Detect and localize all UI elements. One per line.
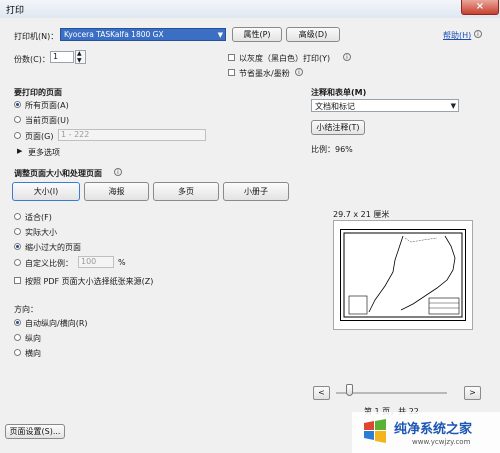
expand-triangle-icon[interactable]: ▶ — [17, 147, 22, 155]
custom-scale-input[interactable]: 100 — [78, 256, 114, 268]
page-slider-thumb[interactable] — [346, 384, 353, 396]
current-page-label: 当前页面(U) — [25, 116, 70, 125]
watermark: 纯净系统之家 www.ycwjzy.com — [352, 412, 500, 453]
portrait-label: 纵向 — [25, 334, 41, 343]
page-range-radio[interactable] — [14, 132, 21, 139]
stepper-up-icon[interactable]: ▲ — [77, 50, 82, 57]
sizing-section-title: 调整页面大小和处理页面 — [14, 169, 102, 178]
preview-drawing — [343, 232, 463, 318]
shrink-radio[interactable] — [14, 243, 21, 250]
pages-section-title: 要打印的页面 — [14, 88, 62, 97]
watermark-brand: 纯净系统之家 — [394, 422, 473, 437]
save-ink-label: 节省墨水/墨粉 — [239, 69, 290, 78]
landscape-label: 横向 — [25, 349, 41, 358]
next-page-button[interactable]: > — [464, 386, 481, 400]
summarize-comments-button[interactable]: 小结注释(T) — [311, 120, 365, 135]
current-page-radio[interactable] — [14, 116, 21, 123]
paper-source-label: 按照 PDF 页面大小选择纸张来源(Z) — [25, 277, 154, 286]
page-range-label: 页面(G) — [25, 132, 54, 141]
booklet-button[interactable]: 小册子 — [223, 182, 289, 201]
page-setup-button[interactable]: 页面设置(S)... — [5, 424, 65, 439]
shrink-label: 缩小过大的页面 — [25, 243, 81, 252]
comments-select[interactable]: 文档和标记 ▼ — [311, 99, 459, 112]
help-info-icon[interactable]: i — [474, 30, 482, 38]
grayscale-info-icon[interactable]: i — [343, 53, 351, 61]
title-bar — [0, 0, 500, 19]
window-title: 打印 — [6, 6, 25, 16]
page-range-input[interactable]: 1 - 222 — [58, 129, 206, 141]
custom-scale-unit: % — [118, 258, 126, 267]
all-pages-label: 所有页面(A) — [25, 101, 69, 110]
actual-size-radio[interactable] — [14, 228, 21, 235]
fit-radio[interactable] — [14, 213, 21, 220]
comments-section-title: 注释和表单(M) — [311, 88, 367, 97]
printer-label: 打印机(N)： — [14, 32, 59, 41]
landscape-radio[interactable] — [14, 349, 21, 356]
custom-scale-label: 自定义比例： — [25, 259, 73, 268]
custom-scale-radio[interactable] — [14, 259, 21, 266]
fit-label: 适合(F) — [25, 213, 52, 222]
properties-button[interactable]: 属性(P) — [232, 27, 282, 42]
copies-stepper[interactable]: ▲ ▼ — [75, 50, 86, 64]
preview-page — [340, 229, 466, 321]
grayscale-checkbox[interactable] — [228, 54, 235, 61]
prev-page-button[interactable]: < — [313, 386, 330, 400]
paper-source-checkbox[interactable] — [14, 277, 21, 284]
more-options-link[interactable]: 更多选项 — [28, 147, 60, 158]
multiple-pages-button[interactable]: 多页 — [153, 182, 219, 201]
auto-orientation-radio[interactable] — [14, 319, 21, 326]
watermark-url: www.ycwjzy.com — [412, 438, 471, 446]
scale-text: 比例：96% — [311, 145, 353, 154]
size-button[interactable]: 大小(I) — [12, 182, 80, 201]
all-pages-radio[interactable] — [14, 101, 21, 108]
copies-label: 份数(C)： — [14, 55, 50, 64]
orientation-title: 方向： — [14, 305, 38, 314]
printer-select[interactable]: Kyocera TASKalfa 1800 GX ▼ — [60, 28, 226, 41]
help-link[interactable]: 帮助(H) — [443, 30, 471, 41]
comments-select-value: 文档和标记 — [315, 102, 355, 111]
grayscale-label: 以灰度（黑白色）打印(Y) — [239, 54, 331, 63]
copies-input[interactable]: 1 — [50, 51, 74, 63]
chevron-down-icon: ▼ — [217, 31, 223, 39]
stepper-down-icon[interactable]: ▼ — [77, 57, 82, 64]
advanced-button[interactable]: 高级(D) — [286, 27, 340, 42]
windows-logo-icon — [364, 419, 386, 443]
paper-size-label: 29.7 x 21 厘米 — [333, 210, 390, 219]
window-close-button[interactable]: × — [461, 0, 499, 15]
save-ink-info-icon[interactable]: i — [295, 68, 303, 76]
poster-button[interactable]: 海报 — [84, 182, 149, 201]
sizing-info-icon[interactable]: i — [114, 168, 122, 176]
actual-size-label: 实际大小 — [25, 228, 57, 237]
chevron-down-icon: ▼ — [450, 102, 456, 110]
portrait-radio[interactable] — [14, 334, 21, 341]
auto-orientation-label: 自动纵向/横向(R) — [25, 319, 88, 328]
printer-select-value: Kyocera TASKalfa 1800 GX — [64, 30, 164, 39]
save-ink-checkbox[interactable] — [228, 69, 235, 76]
